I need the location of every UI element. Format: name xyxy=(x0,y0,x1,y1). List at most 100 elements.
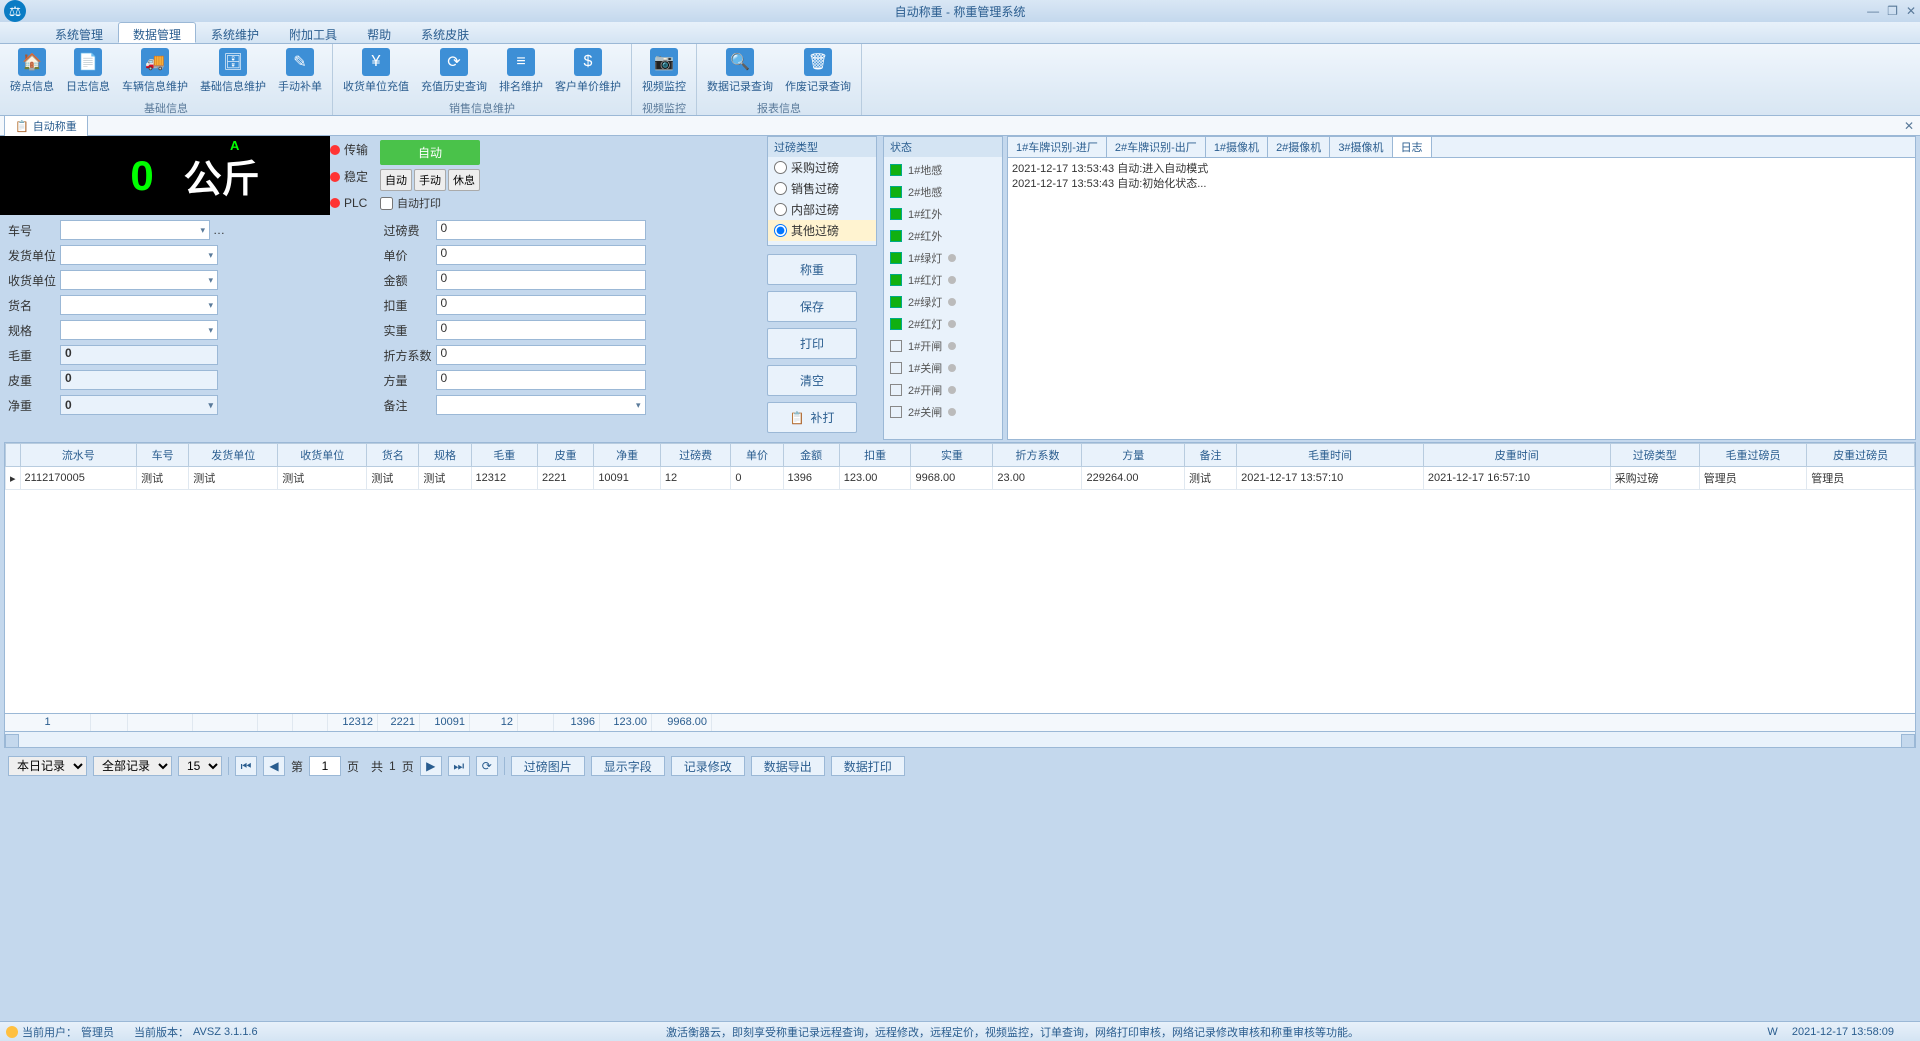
menu-tab-maintain[interactable]: 系统维护 xyxy=(196,22,274,43)
grid-cell[interactable]: 测试 xyxy=(137,467,189,490)
grid-header[interactable]: 发货单位 xyxy=(189,444,278,467)
save-button[interactable]: 保存 xyxy=(767,291,857,322)
show-fields-button[interactable]: 显示字段 xyxy=(591,756,665,776)
type-sale[interactable]: 销售过磅 xyxy=(768,178,876,199)
type-purchase[interactable]: 采购过磅 xyxy=(768,157,876,178)
mode-manual-button[interactable]: 手动 xyxy=(414,169,446,191)
next-page-button[interactable]: ▶ xyxy=(420,756,442,776)
minimize-icon[interactable]: — xyxy=(1867,4,1879,18)
grid-header[interactable]: 折方系数 xyxy=(993,444,1082,467)
menu-tab-data[interactable]: 数据管理 xyxy=(118,22,196,43)
close-tab-icon[interactable]: ✕ xyxy=(1904,119,1914,133)
grid-header[interactable]: 毛重过磅员 xyxy=(1699,444,1807,467)
first-page-button[interactable]: ⏮ xyxy=(235,756,257,776)
grid-header[interactable]: 货名 xyxy=(367,444,419,467)
maximize-icon[interactable]: ❐ xyxy=(1887,4,1898,18)
autoprint-checkbox[interactable]: 自动打印 xyxy=(380,195,480,211)
grid-header[interactable]: 规格 xyxy=(419,444,471,467)
status-item[interactable]: 1#关闸 xyxy=(886,359,1000,377)
ribbon-price-maintain[interactable]: $客户单价维护 xyxy=(549,46,627,96)
type-other[interactable]: 其他过磅 xyxy=(768,220,876,241)
grid-header[interactable]: 车号 xyxy=(137,444,189,467)
receiver-input[interactable]: ▾ xyxy=(60,270,218,290)
pagesize-select[interactable]: 15 xyxy=(178,756,222,776)
grid-cell[interactable]: 123.00 xyxy=(839,467,911,490)
grid-header[interactable]: 备注 xyxy=(1185,444,1237,467)
ribbon-vehicle-maintain[interactable]: 🚚车辆信息维护 xyxy=(116,46,194,96)
menu-tab-system[interactable]: 系统管理 xyxy=(40,22,118,43)
export-button[interactable]: 数据导出 xyxy=(751,756,825,776)
log-tab-cam2[interactable]: 2#摄像机 xyxy=(1268,137,1330,157)
goods-input[interactable]: ▾ xyxy=(60,295,218,315)
grid-header[interactable]: 方量 xyxy=(1082,444,1185,467)
auto-mode-button[interactable]: 自动 xyxy=(380,140,480,165)
log-tab-cam1[interactable]: 1#摄像机 xyxy=(1206,137,1268,157)
ribbon-base-maintain[interactable]: 🗄基础信息维护 xyxy=(194,46,272,96)
spec-input[interactable]: ▾ xyxy=(60,320,218,340)
grid-header[interactable]: 实重 xyxy=(911,444,993,467)
grid-header[interactable]: 扣重 xyxy=(839,444,911,467)
mode-auto-button[interactable]: 自动 xyxy=(380,169,412,191)
status-item[interactable]: 1#开闸 xyxy=(886,337,1000,355)
plate-lookup-button[interactable]: … xyxy=(210,223,228,237)
edit-record-button[interactable]: 记录修改 xyxy=(671,756,745,776)
grid-header[interactable]: 单价 xyxy=(731,444,783,467)
grid-cell[interactable]: 10091 xyxy=(594,467,661,490)
grid-cell[interactable]: 管理员 xyxy=(1807,467,1915,490)
grid-cell[interactable]: 2221 xyxy=(538,467,594,490)
last-page-button[interactable]: ⏭ xyxy=(448,756,470,776)
status-item[interactable]: 2#开闸 xyxy=(886,381,1000,399)
grid-header[interactable]: 净重 xyxy=(594,444,661,467)
grid-cell[interactable]: 1396 xyxy=(783,467,839,490)
grid-header[interactable]: 收货单位 xyxy=(278,444,367,467)
ribbon-station-info[interactable]: 🏠磅点信息 xyxy=(4,46,60,96)
status-item[interactable]: 2#绿灯 xyxy=(886,293,1000,311)
grid-header[interactable]: 毛重 xyxy=(471,444,538,467)
ribbon-manual-add[interactable]: ✎手动补单 xyxy=(272,46,328,96)
doc-tab-autoweigh[interactable]: 📋自动称重 xyxy=(4,115,88,136)
log-tab-lpr1[interactable]: 1#车牌识别-进厂 xyxy=(1008,137,1107,157)
grid-cell[interactable]: 23.00 xyxy=(993,467,1082,490)
ribbon-void-query[interactable]: 🗑作废记录查询 xyxy=(779,46,857,96)
grid-header[interactable]: 毛重时间 xyxy=(1237,444,1424,467)
grid-cell[interactable]: 9968.00 xyxy=(911,467,993,490)
status-item[interactable]: 1#红灯 xyxy=(886,271,1000,289)
grid-cell[interactable]: 测试 xyxy=(278,467,367,490)
deduct-field[interactable]: 0 xyxy=(436,295,646,315)
filter-all-select[interactable]: 全部记录 xyxy=(93,756,172,776)
volume-field[interactable]: 0 xyxy=(436,370,646,390)
menu-tab-help[interactable]: 帮助 xyxy=(352,22,406,43)
grid-cell[interactable]: 2112170005 xyxy=(20,467,137,490)
clear-button[interactable]: 清空 xyxy=(767,365,857,396)
grid-cell[interactable]: 12 xyxy=(660,467,731,490)
real-field[interactable]: 0 xyxy=(436,320,646,340)
plate-input[interactable]: ▾ xyxy=(60,220,210,240)
ribbon-video[interactable]: 📷视频监控 xyxy=(636,46,692,96)
grid-cell[interactable]: 2021-12-17 16:57:10 xyxy=(1423,467,1610,490)
ribbon-data-query[interactable]: 🔍数据记录查询 xyxy=(701,46,779,96)
amount-field[interactable]: 0 xyxy=(436,270,646,290)
menu-tab-tools[interactable]: 附加工具 xyxy=(274,22,352,43)
print-button[interactable]: 打印 xyxy=(767,328,857,359)
filter-today-select[interactable]: 本日记录 xyxy=(8,756,87,776)
log-tab-log[interactable]: 日志 xyxy=(1393,137,1432,157)
reprint-button[interactable]: 📋补打 xyxy=(767,402,857,433)
refresh-button[interactable]: ⟳ xyxy=(476,756,498,776)
mode-rest-button[interactable]: 休息 xyxy=(448,169,480,191)
grid-header[interactable]: 皮重 xyxy=(538,444,594,467)
grid-cell[interactable]: 2021-12-17 13:57:10 xyxy=(1237,467,1424,490)
type-internal[interactable]: 内部过磅 xyxy=(768,199,876,220)
status-item[interactable]: 2#红灯 xyxy=(886,315,1000,333)
horizontal-scrollbar[interactable] xyxy=(4,732,1916,748)
ribbon-log-info[interactable]: 📄日志信息 xyxy=(60,46,116,96)
records-grid[interactable]: 流水号车号发货单位收货单位货名规格毛重皮重净重过磅费单价金额扣重实重折方系数方量… xyxy=(4,442,1916,714)
grid-header[interactable]: 流水号 xyxy=(20,444,137,467)
shipper-input[interactable]: ▾ xyxy=(60,245,218,265)
close-icon[interactable]: ✕ xyxy=(1906,4,1916,18)
ribbon-recharge[interactable]: ¥收货单位充值 xyxy=(337,46,415,96)
grid-cell[interactable]: 测试 xyxy=(419,467,471,490)
weigh-button[interactable]: 称重 xyxy=(767,254,857,285)
page-input[interactable] xyxy=(309,756,341,776)
grid-cell[interactable]: 测试 xyxy=(367,467,419,490)
remark-input[interactable]: ▾ xyxy=(436,395,646,415)
